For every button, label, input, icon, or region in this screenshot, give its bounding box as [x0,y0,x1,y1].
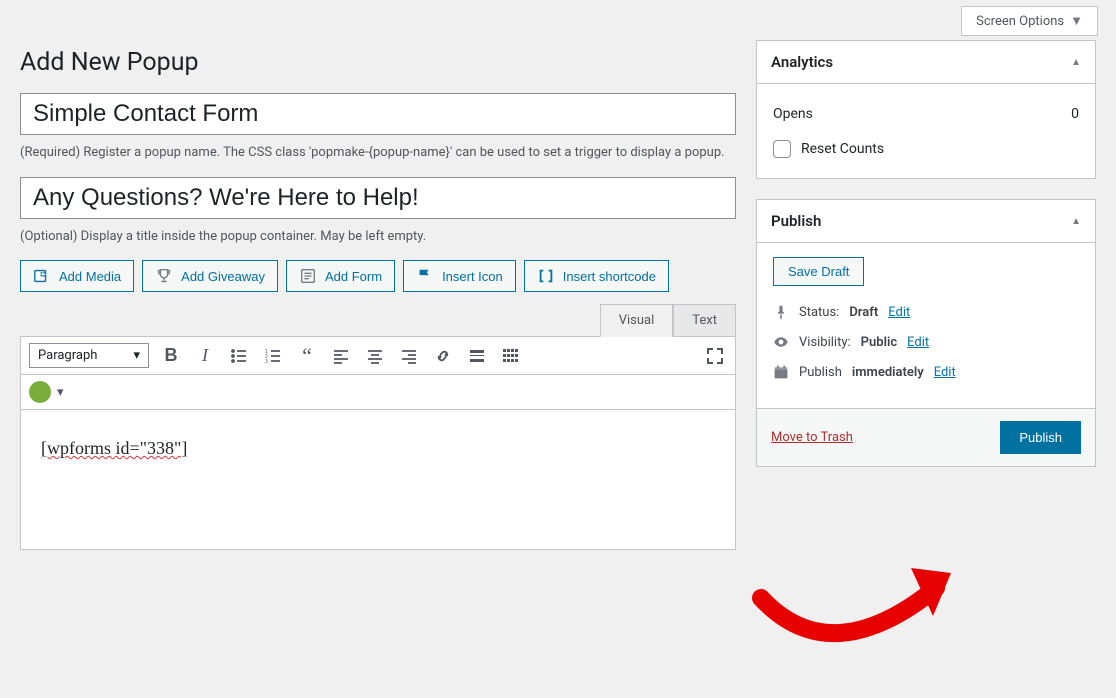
visibility-value: Public [861,335,897,350]
fullscreen-button[interactable] [703,344,727,368]
insert-shortcode-button[interactable]: Insert shortcode [524,260,669,292]
schedule-edit-link[interactable]: Edit [934,365,956,380]
save-draft-button[interactable]: Save Draft [773,257,864,286]
bold-button[interactable]: B [159,344,183,368]
opens-label: Opens [773,106,813,122]
schedule-label: Publish [799,365,842,380]
blockquote-button[interactable]: “ [295,344,319,368]
align-left-button[interactable] [329,344,353,368]
toolbar-toggle-button[interactable] [499,344,523,368]
tab-visual[interactable]: Visual [600,304,674,337]
panel-toggle-icon[interactable]: ▲ [1071,216,1081,227]
align-right-button[interactable] [397,344,421,368]
add-giveaway-button[interactable]: Add Giveaway [142,260,278,292]
bullet-list-button[interactable] [227,344,251,368]
media-icon [33,267,51,285]
publish-button[interactable]: Publish [1000,421,1081,454]
reset-counts-label: Reset Counts [801,141,884,157]
content-editor[interactable]: [wpforms id="338"] [20,410,736,550]
tab-text[interactable]: Text [673,304,736,336]
chevron-down-icon[interactable]: ▾ [57,385,64,400]
form-icon [299,267,317,285]
insert-shortcode-label: Insert shortcode [563,269,656,284]
brackets-icon [537,267,555,285]
panel-toggle-icon[interactable]: ▲ [1071,57,1081,68]
publish-heading: Publish [771,212,821,230]
publish-panel: Publish ▲ Save Draft Status: Draft Edit … [756,199,1096,467]
visibility-label: Visibility: [799,335,851,350]
link-button[interactable] [431,344,455,368]
analytics-panel: Analytics ▲ Opens 0 Reset Counts [756,40,1096,179]
popup-title-help: (Optional) Display a title inside the po… [20,227,736,247]
wpforms-icon[interactable] [29,381,51,403]
calendar-icon [773,364,789,380]
pin-icon [773,304,789,320]
add-giveaway-label: Add Giveaway [181,269,265,284]
add-media-label: Add Media [59,269,121,284]
add-form-button[interactable]: Add Form [286,260,395,292]
move-to-trash-link[interactable]: Move to Trash [771,430,853,445]
popup-name-help: (Required) Register a popup name. The CS… [20,143,736,163]
add-form-label: Add Form [325,269,382,284]
numbered-list-button[interactable]: 123 [261,344,285,368]
popup-title-input[interactable] [20,177,736,219]
italic-button[interactable]: I [193,344,217,368]
reset-counts-checkbox[interactable] [773,140,791,158]
screen-options-label: Screen Options [976,14,1064,29]
add-media-button[interactable]: Add Media [20,260,134,292]
svg-text:3: 3 [265,359,268,365]
insert-icon-button[interactable]: Insert Icon [403,260,516,292]
insert-icon-label: Insert Icon [442,269,503,284]
editor-toolbar: Paragraph ▾ B I 123 “ [20,336,736,375]
caret-down-icon: ▼ [1070,13,1083,29]
eye-icon [773,334,789,350]
format-select[interactable]: Paragraph ▾ [29,343,149,368]
status-value: Draft [849,305,878,320]
opens-value: 0 [1071,106,1079,122]
popup-name-input[interactable] [20,93,736,135]
page-title: Add New Popup [20,48,736,77]
status-edit-link[interactable]: Edit [888,305,910,320]
flag-icon [416,267,434,285]
editor-content: [wpforms id="338"] [41,438,187,458]
align-center-button[interactable] [363,344,387,368]
analytics-heading: Analytics [771,53,833,71]
visibility-edit-link[interactable]: Edit [907,335,929,350]
schedule-value: immediately [852,365,924,380]
chevron-down-icon: ▾ [133,348,140,363]
screen-options-button[interactable]: Screen Options ▼ [961,6,1098,36]
trophy-icon [155,267,173,285]
status-label: Status: [799,305,839,320]
insert-more-button[interactable] [465,344,489,368]
